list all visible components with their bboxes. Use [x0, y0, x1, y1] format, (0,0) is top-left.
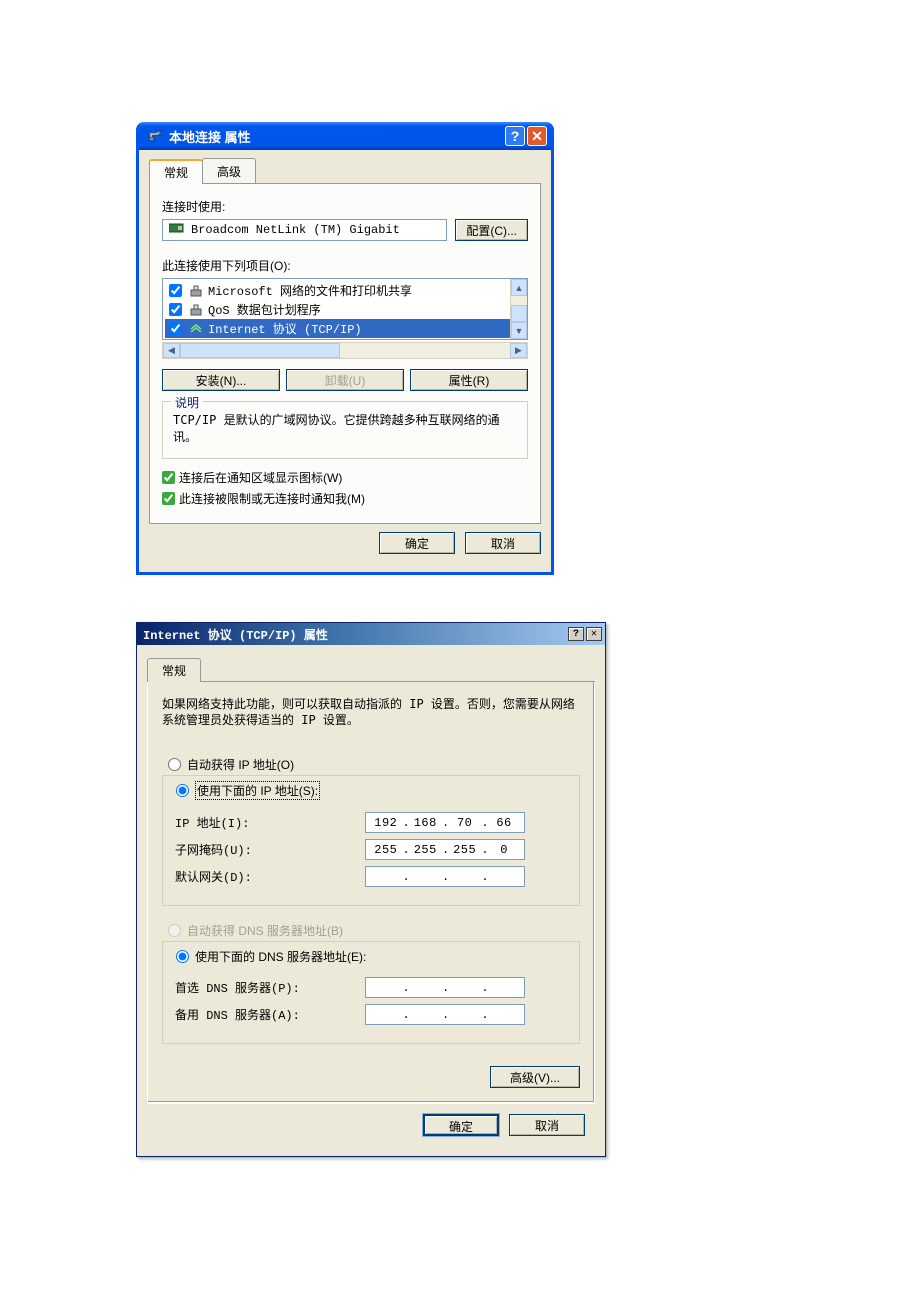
window-title: Internet 协议 (TCP/IP) 属性 [143, 626, 566, 643]
use-dns-radio[interactable] [176, 950, 189, 963]
tcpip-properties-dialog: Internet 协议 (TCP/IP) 属性 ? ✕ 常规 如果网络支持此功能… [136, 622, 606, 1157]
ip-settings-group: 使用下面的 IP 地址(S): IP 地址(I): 192. 168. 70. … [162, 775, 580, 906]
description-title: 说明 [171, 394, 203, 411]
advanced-button[interactable]: 高级(V)... [490, 1066, 580, 1088]
preferred-dns-label: 首选 DNS 服务器(P): [175, 979, 365, 996]
install-button[interactable]: 安装(N)... [162, 369, 280, 391]
tab-general[interactable]: 常规 [149, 159, 203, 184]
adapter-name: Broadcom NetLink (TM) Gigabit [191, 223, 400, 237]
auto-dns-radio [168, 924, 181, 937]
scroll-thumb[interactable] [180, 343, 340, 358]
configure-button[interactable]: 配置(C)... [455, 219, 528, 241]
item-label: Internet 协议 (TCP/IP) [208, 320, 362, 337]
local-area-connection-properties-dialog: 本地连接 属性 ? ✕ 常规 高级 连接时使用: Broadcom NetLin… [136, 122, 554, 575]
tab-panel-general: 连接时使用: Broadcom NetLink (TM) Gigabit 配置(… [149, 184, 541, 524]
ip-address-label: IP 地址(I): [175, 814, 365, 831]
item-checkbox[interactable] [169, 284, 182, 297]
tab-panel-general: 如果网络支持此功能，则可以获取自动指派的 IP 设置。否则，您需要从网络系统管理… [147, 682, 595, 1103]
service-icon [188, 283, 204, 299]
tab-advanced[interactable]: 高级 [202, 158, 256, 183]
titlebar[interactable]: 本地连接 属性 ? ✕ [139, 122, 551, 150]
list-item-selected[interactable]: Internet 协议 (TCP/IP) [165, 319, 525, 338]
auto-ip-radio[interactable] [168, 758, 181, 771]
tab-general[interactable]: 常规 [147, 658, 201, 682]
auto-dns-label: 自动获得 DNS 服务器地址(B) [187, 922, 343, 939]
scroll-right-icon[interactable]: ▶ [510, 343, 527, 358]
item-label: Microsoft 网络的文件和打印机共享 [208, 282, 412, 299]
tabs: 常规 [147, 657, 595, 682]
scroll-up-icon[interactable]: ▲ [511, 279, 527, 296]
close-button[interactable]: ✕ [527, 126, 547, 146]
default-gateway-label: 默认网关(D): [175, 868, 365, 885]
list-item[interactable]: QoS 数据包计划程序 [165, 300, 525, 319]
scroll-left-icon[interactable]: ◀ [163, 343, 180, 358]
alternate-dns-input[interactable]: . . . [365, 1004, 525, 1025]
adapter-field: Broadcom NetLink (TM) Gigabit [162, 219, 447, 241]
connect-using-label: 连接时使用: [162, 198, 528, 215]
item-checkbox[interactable] [169, 322, 182, 335]
show-icon-checkbox[interactable] [162, 471, 175, 484]
subnet-mask-label: 子网掩码(U): [175, 841, 365, 858]
tabs: 常规 高级 [149, 158, 541, 184]
ok-button[interactable]: 确定 [423, 1114, 499, 1136]
show-icon-label: 连接后在通知区域显示图标(W) [179, 469, 342, 486]
cancel-button[interactable]: 取消 [465, 532, 541, 554]
ok-button[interactable]: 确定 [379, 532, 455, 554]
use-ip-radio[interactable] [176, 784, 189, 797]
properties-button[interactable]: 属性(R) [410, 369, 528, 391]
service-icon [188, 302, 204, 318]
window-title: 本地连接 属性 [169, 127, 503, 146]
preferred-dns-input[interactable]: . . . [365, 977, 525, 998]
item-checkbox[interactable] [169, 303, 182, 316]
subnet-mask-input[interactable]: 255. 255. 255. 0 [365, 839, 525, 860]
scroll-thumb[interactable] [511, 305, 527, 322]
titlebar[interactable]: Internet 协议 (TCP/IP) 属性 ? ✕ [137, 623, 605, 645]
use-ip-label: 使用下面的 IP 地址(S): [195, 781, 320, 800]
uninstall-button: 卸载(U) [286, 369, 404, 391]
cancel-button[interactable]: 取消 [509, 1114, 585, 1136]
horizontal-scrollbar[interactable]: ◀ ▶ [162, 342, 528, 359]
notify-limited-label: 此连接被限制或无连接时通知我(M) [179, 490, 365, 507]
dns-settings-group: 使用下面的 DNS 服务器地址(E): 首选 DNS 服务器(P): . . . [162, 941, 580, 1044]
connection-icon [147, 128, 163, 144]
protocol-icon [188, 321, 204, 337]
description-text: TCP/IP 是默认的广域网协议。它提供跨越多种互联网络的通讯。 [173, 412, 517, 446]
help-button[interactable]: ? [568, 627, 584, 641]
alternate-dns-label: 备用 DNS 服务器(A): [175, 1006, 365, 1023]
list-item[interactable]: Microsoft 网络的文件和打印机共享 [165, 281, 525, 300]
scroll-down-icon[interactable]: ▼ [511, 322, 527, 339]
nic-icon [169, 222, 185, 238]
notify-limited-checkbox[interactable] [162, 492, 175, 505]
help-button[interactable]: ? [505, 126, 525, 146]
vertical-scrollbar[interactable]: ▲ ▼ [510, 279, 527, 339]
items-label: 此连接使用下列项目(O): [162, 257, 528, 274]
intro-text: 如果网络支持此功能，则可以获取自动指派的 IP 设置。否则，您需要从网络系统管理… [162, 696, 580, 728]
close-button[interactable]: ✕ [586, 627, 602, 641]
auto-ip-label: 自动获得 IP 地址(O) [187, 756, 294, 773]
description-group: 说明 TCP/IP 是默认的广域网协议。它提供跨越多种互联网络的通讯。 [162, 401, 528, 459]
items-listbox[interactable]: Microsoft 网络的文件和打印机共享 QoS 数据包计划程序 Intern… [162, 278, 528, 340]
item-label: QoS 数据包计划程序 [208, 301, 321, 318]
use-dns-label: 使用下面的 DNS 服务器地址(E): [195, 948, 366, 965]
ip-address-input[interactable]: 192. 168. 70. 66 [365, 812, 525, 833]
default-gateway-input[interactable]: . . . [365, 866, 525, 887]
